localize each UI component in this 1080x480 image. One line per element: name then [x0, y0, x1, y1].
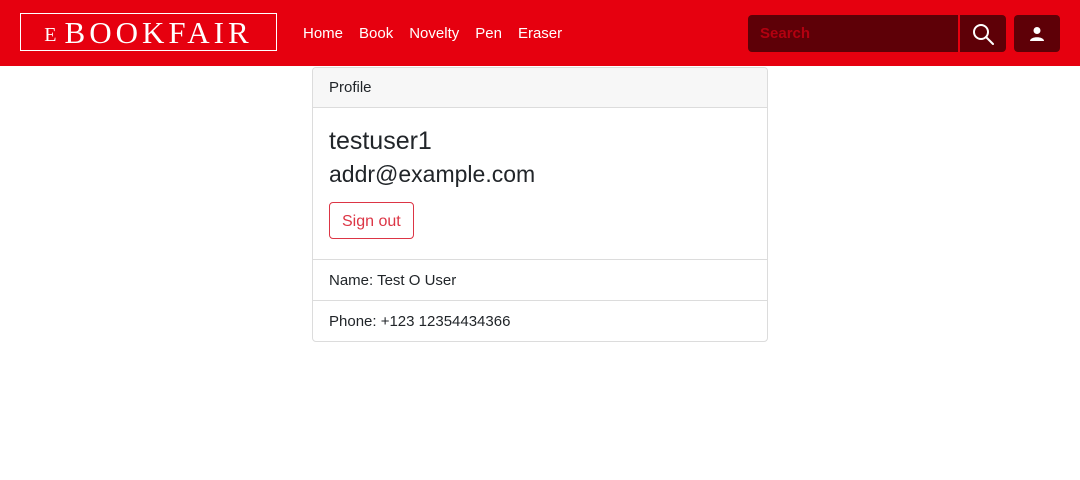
brand-prefix: E — [44, 24, 61, 46]
profile-card: Profile testuser1 addr@example.com Sign … — [312, 67, 768, 342]
nav-link-home[interactable]: Home — [303, 25, 343, 42]
profile-phone-row: Phone: +123 12354434366 — [329, 313, 511, 330]
profile-email: addr@example.com — [329, 161, 536, 187]
nav-link-pen[interactable]: Pen — [475, 25, 502, 42]
brand-name: BOOKFAIR — [64, 14, 253, 50]
brand-logo[interactable]: E BOOKFAIR — [20, 13, 277, 51]
search-button[interactable] — [960, 15, 1006, 52]
main-nav: Home Book Novelty Pen Eraser — [303, 0, 578, 66]
nav-link-book[interactable]: Book — [359, 25, 393, 42]
nav-link-novelty[interactable]: Novelty — [409, 25, 459, 42]
profile-name-row: Name: Test O User — [313, 260, 767, 301]
sign-out-button[interactable]: Sign out — [329, 202, 414, 239]
profile-card-header: Profile — [313, 68, 767, 108]
user-account-button[interactable] — [1014, 15, 1060, 52]
user-icon — [1030, 26, 1044, 41]
profile-card-body: testuser1 addr@example.com Sign out — [313, 108, 767, 260]
top-navbar: E BOOKFAIR Home Book Novelty Pen Eraser — [0, 0, 1080, 66]
search-icon — [973, 23, 994, 45]
search-input[interactable] — [748, 15, 958, 52]
nav-link-eraser[interactable]: Eraser — [518, 25, 562, 42]
profile-username: testuser1 — [329, 127, 432, 155]
